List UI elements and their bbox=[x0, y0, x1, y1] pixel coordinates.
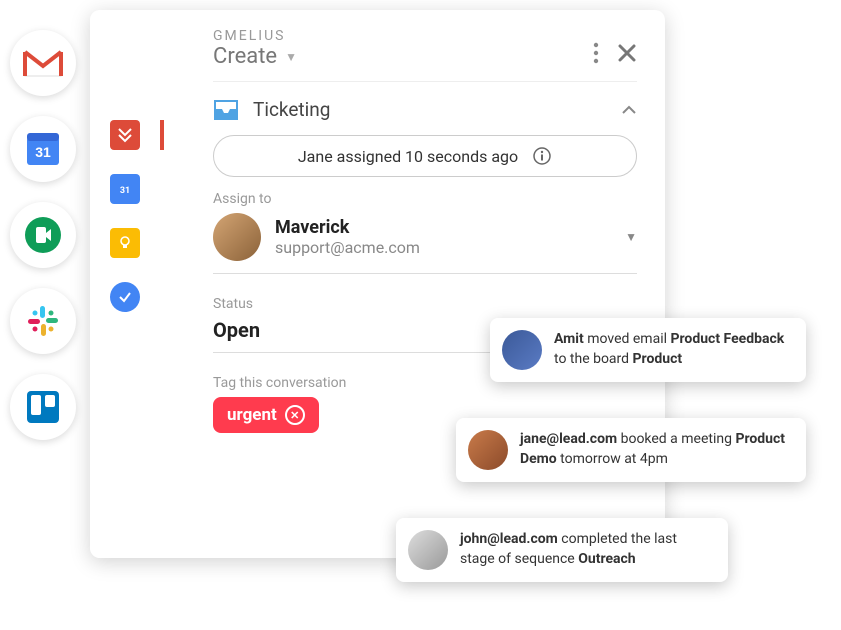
sidebar-item-tasks[interactable] bbox=[110, 282, 140, 312]
tag-remove-button[interactable]: ✕ bbox=[285, 405, 305, 425]
toast-notification: jane@lead.com booked a meeting Product D… bbox=[456, 418, 806, 482]
assignee-name: Maverick bbox=[275, 217, 611, 238]
collapse-button[interactable] bbox=[621, 100, 637, 119]
svg-text:31: 31 bbox=[35, 144, 51, 160]
trello-icon bbox=[25, 389, 61, 425]
assign-label: Assign to bbox=[213, 191, 637, 207]
assignee-avatar bbox=[213, 213, 261, 261]
lightbulb-icon bbox=[117, 235, 133, 251]
meet-app-icon[interactable] bbox=[10, 202, 76, 268]
create-label: Create bbox=[213, 44, 277, 69]
assignee-info: Maverick support@acme.com bbox=[275, 217, 611, 257]
assignment-pill: Jane assigned 10 seconds ago bbox=[213, 135, 637, 177]
meet-icon bbox=[23, 215, 63, 255]
assignee-dropdown-chevron[interactable]: ▼ bbox=[625, 230, 637, 244]
toast-avatar bbox=[468, 430, 508, 470]
toast-notification: Amit moved email Product Feedback to the… bbox=[490, 318, 806, 382]
slack-app-icon[interactable] bbox=[10, 288, 76, 354]
check-icon bbox=[117, 289, 133, 305]
tag-chip-label: urgent bbox=[227, 405, 277, 425]
chevron-up-icon bbox=[621, 105, 637, 115]
sidebar: 31 bbox=[90, 10, 160, 558]
more-button[interactable] bbox=[593, 42, 599, 68]
ticketing-section-header[interactable]: Ticketing bbox=[213, 82, 637, 131]
chevron-down-icon: ▼ bbox=[285, 50, 297, 64]
assignee-email: support@acme.com bbox=[275, 238, 611, 257]
trello-app-icon[interactable] bbox=[10, 374, 76, 440]
assignment-text: Jane assigned 10 seconds ago bbox=[298, 147, 518, 166]
sidebar-item-calendar[interactable]: 31 bbox=[110, 174, 140, 204]
tag-chip-urgent: urgent ✕ bbox=[213, 397, 319, 433]
panel-header: GMELIUS Create ▼ bbox=[213, 28, 637, 82]
svg-text:31: 31 bbox=[120, 186, 130, 196]
brand-label: GMELIUS bbox=[213, 28, 297, 44]
inbox-icon bbox=[213, 99, 239, 121]
toast-notification: john@lead.com completed the last stage o… bbox=[396, 518, 728, 582]
toast-text: jane@lead.com booked a meeting Product D… bbox=[520, 430, 788, 469]
gmail-icon bbox=[23, 48, 63, 78]
calendar-mini-icon: 31 bbox=[116, 180, 134, 198]
slack-icon bbox=[25, 303, 61, 339]
section-title: Ticketing bbox=[253, 98, 607, 121]
toast-avatar bbox=[502, 330, 542, 370]
sidebar-item-keep[interactable] bbox=[110, 228, 140, 258]
info-icon[interactable] bbox=[532, 146, 552, 166]
app-icons-column: 31 bbox=[10, 30, 76, 440]
toast-text: Amit moved email Product Feedback to the… bbox=[554, 330, 788, 369]
status-label: Status bbox=[213, 296, 637, 312]
gmelius-icon bbox=[116, 126, 134, 144]
calendar-icon: 31 bbox=[25, 131, 61, 167]
more-vertical-icon bbox=[593, 42, 599, 64]
sidebar-item-gmelius[interactable] bbox=[110, 120, 140, 150]
close-button[interactable] bbox=[617, 43, 637, 67]
gmail-app-icon[interactable] bbox=[10, 30, 76, 96]
calendar-app-icon[interactable]: 31 bbox=[10, 116, 76, 182]
create-dropdown[interactable]: Create ▼ bbox=[213, 44, 297, 69]
assignee-selector[interactable]: Maverick support@acme.com ▼ bbox=[213, 213, 637, 274]
close-icon bbox=[617, 43, 637, 63]
toast-text: john@lead.com completed the last stage o… bbox=[460, 530, 710, 569]
toast-avatar bbox=[408, 530, 448, 570]
